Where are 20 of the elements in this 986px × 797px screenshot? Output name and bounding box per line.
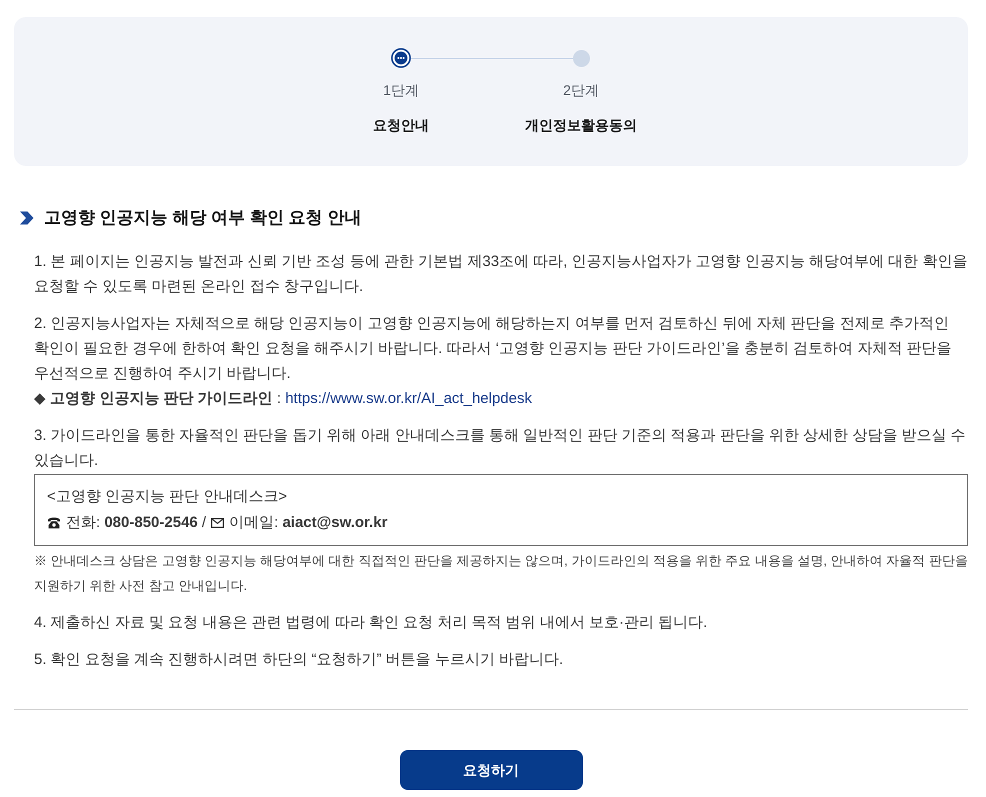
telephone-icon <box>47 517 61 529</box>
helpdesk-title: <고영향 인공지능 판단 안내데스크> <box>47 487 288 507</box>
phone-text: 전화: 080-850-2546 / <box>66 513 206 533</box>
chevron-icon <box>19 211 34 225</box>
step-label: 요청안내 <box>373 116 429 135</box>
instruction-text: 1. 본 페이지는 인공지능 발전과 신뢰 기반 조성 등에 관한 기본법 제33조에 따라, 인공지능사업자가 고영향 인공지능 해당여부에 대한 확인을 요청할 수 있도록 마련된 온라인 접수 창구입니다. <box>34 252 968 297</box>
section-heading: 고영향 인공지능 해당 여부 확인 요청 안내 <box>44 207 362 229</box>
submit-button[interactable]: 요청하기 <box>400 750 582 790</box>
guideline-link[interactable]: https://www.sw.or.kr/AI_act_helpdesk <box>285 390 532 407</box>
step-number: 2단계 <box>563 81 599 100</box>
helpdesk-note-text: ※ 안내데스크 상담은 고영향 인공지능 해당여부에 대한 직접적인 판단을 제공하지는 않으며, 가이드라인의 적용을 위한 주요 내용을 설명, 안내하여 자율적 판단을 지원하기 위한 사전 참고 안내입니다. <box>34 552 968 595</box>
step-number: 1단계 <box>383 81 419 100</box>
instruction-text: 2. 인공지능사업자는 자체적으로 해당 인공지능이 고영향 인공지능에 해당하는지 여부를 먼저 검토하신 뒤에 자체 판단을 전제로 추가적인 확인이 필요한 경우에 한하여 확인 요청을 해주시기 바랍니다. 따라서 ‘고영향 인공지능 판단 가이드라인’을 충분히 검토하여 자체적 판단을 우선적으로 진행하여 주시기 바랍니다. <box>34 314 953 384</box>
step-label: 개인정보활용동의 <box>525 116 637 135</box>
email-text: 이메일: aiact@sw.or.kr <box>229 513 388 533</box>
envelope-icon <box>211 518 224 528</box>
guideline-line: ◆ 고영향 인공지능 판단 가이드라인 : https://www.sw.or.kr/AI_act_helpdesk <box>34 389 533 409</box>
instruction-text: 5. 확인 요청을 계속 진행하시려면 하단의 “요청하기” 버튼을 누르시기 바랍니다. <box>34 650 564 670</box>
instruction-text: 3. 가이드라인을 통한 자율적인 판단을 돕기 위해 아래 안내데스크를 통해 일반적인 판단 기준의 적용과 판단을 위한 상세한 상담을 받으실 수 있습니다. <box>34 426 967 471</box>
instruction-text: 4. 제출하신 자료 및 요청 내용은 관련 법령에 따라 확인 요청 처리 목적 범위 내에서 보호·관리 됩니다. <box>34 613 708 633</box>
